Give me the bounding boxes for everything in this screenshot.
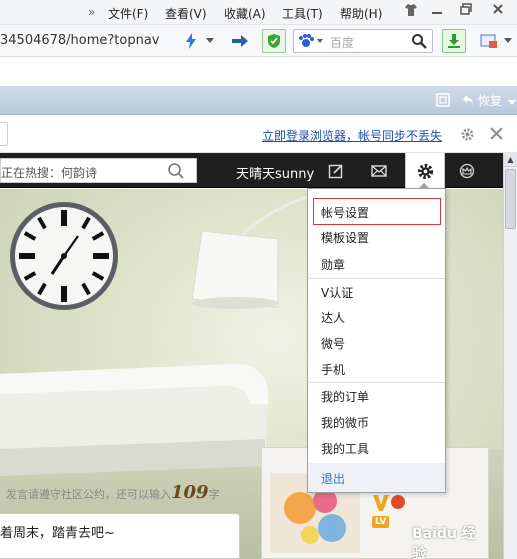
menu-item-my-coins[interactable]: 我的微币 [321, 414, 369, 431]
browser-menu-bar: » 文件(F) 查看(V) 收藏(A) 工具(T) 帮助(H) [0, 0, 517, 25]
post-hint-suffix: 字 [208, 488, 220, 501]
menu-file[interactable]: 文件(F) [108, 5, 148, 22]
menu-item-template-settings[interactable]: 模板设置 [321, 229, 369, 246]
menu-favorites[interactable]: 收藏(A) [224, 5, 266, 22]
notification-left-button[interactable] [0, 122, 8, 146]
restore-label: 恢复 [477, 94, 502, 108]
toolbar-dropdown-arrow-icon[interactable] [501, 29, 515, 53]
site-search-icon[interactable] [167, 162, 185, 183]
page-scrollbar[interactable]: ▲ [503, 153, 517, 559]
crown-icon[interactable] [457, 161, 477, 181]
menu-item-my-tools[interactable]: 我的工具 [321, 440, 369, 457]
menu-help[interactable]: 帮助(H) [340, 5, 382, 22]
wall-clock-image [10, 202, 118, 310]
username-link[interactable]: 天晴天sunny [236, 163, 314, 182]
bookmark-bar: 恢复 [0, 86, 517, 115]
scroll-up-arrow-icon[interactable]: ▲ [504, 153, 517, 167]
menu-separator [308, 278, 445, 279]
settings-gear-icon [416, 162, 435, 184]
menu-item-v-verify[interactable]: V认证 [321, 284, 353, 301]
mail-icon[interactable] [369, 161, 389, 181]
security-shield-icon[interactable] [262, 29, 286, 53]
restore-window-icon[interactable] [458, 3, 474, 21]
menu-item-my-orders[interactable]: 我的订单 [321, 388, 369, 405]
post-textarea[interactable]: 着周末，踏青去吧~ [0, 513, 240, 559]
post-hint-prefix: 发言请遵守社区公约，还可以输入 [6, 488, 171, 501]
site-search-input[interactable]: 正在热搜：何韵诗 [0, 158, 197, 183]
search-magnifier-icon[interactable] [406, 29, 432, 53]
login-notification-bar: 立即登录浏览器，帐号同步不丢失 [0, 116, 517, 153]
menu-view[interactable]: 查看(V) [165, 5, 207, 22]
close-window-icon[interactable] [490, 3, 506, 21]
sofa-image [0, 363, 269, 476]
go-arrow-icon[interactable] [228, 29, 252, 53]
baidu-paw-icon[interactable] [298, 33, 324, 52]
restore-dropdown-icon[interactable] [508, 95, 516, 109]
settings-dropdown-menu: 帐号设置 模板设置 勋章 V认证 达人 微号 手机 我的订单 我的微币 我的工具… [307, 188, 446, 493]
minimize-icon[interactable] [429, 3, 445, 21]
edit-icon[interactable] [326, 161, 346, 181]
menu-item-expert[interactable]: 达人 [321, 309, 345, 326]
window-restore-icon[interactable] [436, 93, 450, 110]
remaining-char-count: 109 [171, 482, 209, 503]
lightning-icon[interactable] [180, 29, 202, 53]
settings-gear-icon[interactable] [460, 127, 475, 145]
chevron-double-right-icon[interactable]: » [88, 5, 95, 19]
post-hint: 发言请遵守社区公约，还可以输入109字 [6, 482, 220, 503]
undo-arrow-icon [462, 94, 478, 108]
v-verified-icon[interactable] [372, 493, 406, 516]
post-content: 着周末，踏青去吧~ [0, 526, 115, 541]
close-notification-icon[interactable] [490, 127, 503, 143]
menu-item-account-settings[interactable]: 帐号设置 [321, 204, 369, 221]
screenshot-tool-icon[interactable] [478, 29, 500, 53]
hot-search-text: 正在热搜：何韵诗 [1, 166, 98, 180]
address-toolbar: 34504678/home?topnav 百度 [0, 25, 517, 57]
menu-item-phone[interactable]: 手机 [321, 361, 345, 378]
menu-item-micro-id[interactable]: 微号 [321, 335, 345, 352]
dropdown-arrow-icon[interactable] [204, 29, 216, 53]
url-field[interactable]: 34504678/home?topnav [0, 29, 205, 53]
baidu-watermark: Baidu 经验 [412, 526, 476, 559]
menu-item-logout[interactable]: 退出 [321, 470, 345, 487]
scroll-thumb[interactable] [505, 169, 516, 229]
download-icon[interactable] [442, 29, 466, 53]
menu-separator [308, 382, 445, 383]
menu-tools[interactable]: 工具(T) [282, 5, 323, 22]
search-placeholder: 百度 [330, 36, 355, 50]
menu-item-medals[interactable]: 勋章 [321, 256, 345, 273]
restore-button[interactable]: 恢复 [462, 92, 502, 109]
level-badge: LV [372, 516, 390, 528]
shirt-icon[interactable] [403, 3, 419, 21]
login-sync-link[interactable]: 立即登录浏览器，帐号同步不丢失 [262, 127, 442, 144]
